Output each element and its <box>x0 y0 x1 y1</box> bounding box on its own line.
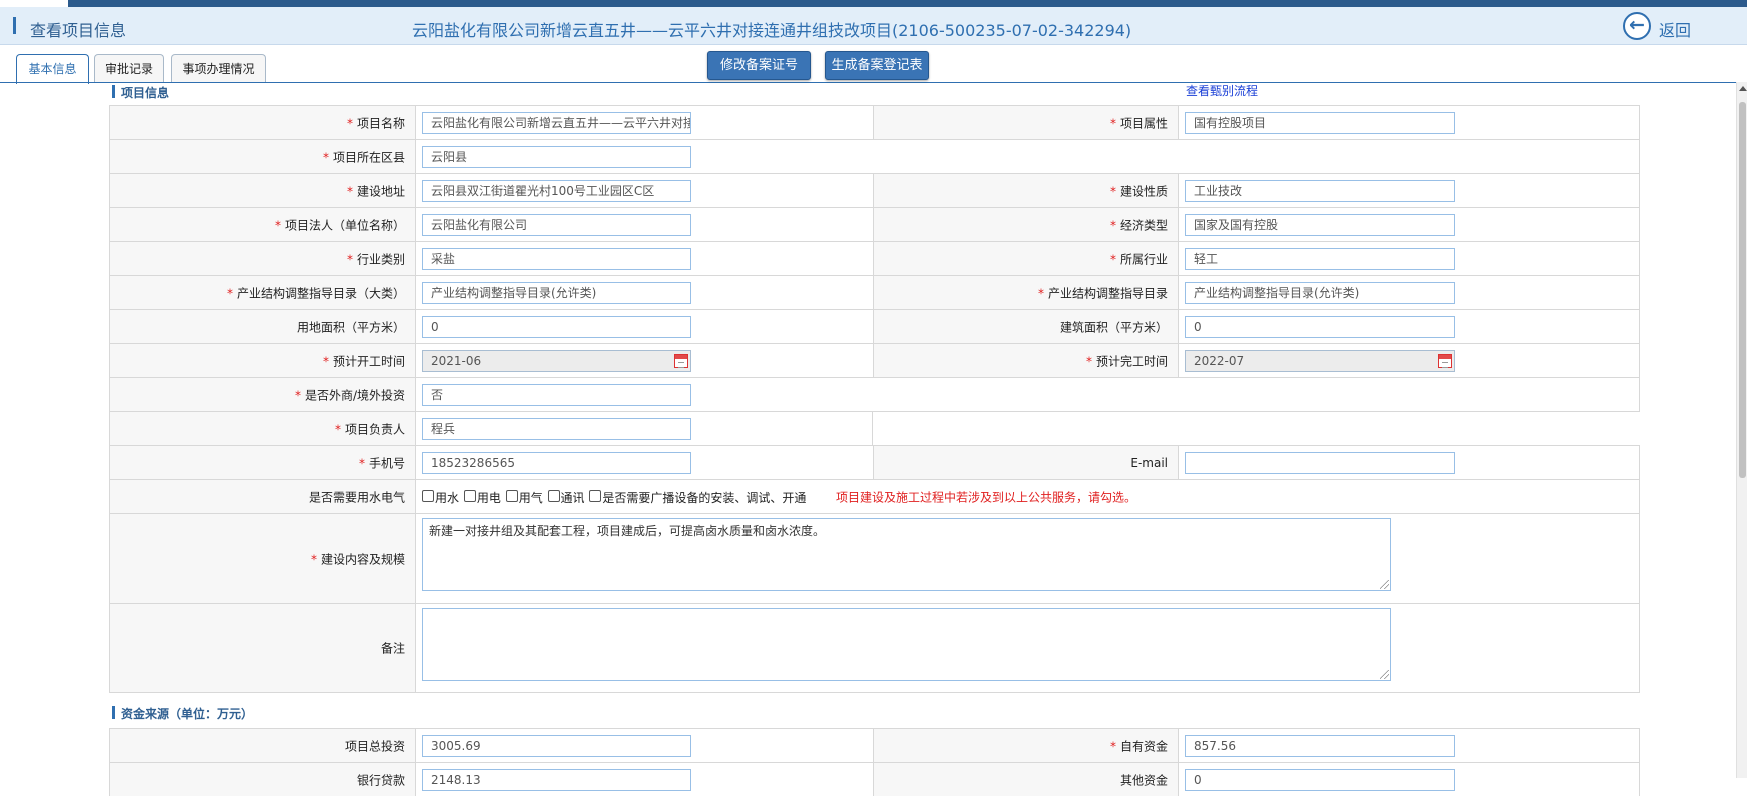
start-time-label: 预计开工时间 <box>332 354 405 368</box>
row-manager: * 项目负责人 程兵 <box>109 411 1640 445</box>
land-area-label: 用地面积（平方米） <box>296 320 405 334</box>
utilities-label: 是否需要用水电气 <box>308 490 405 504</box>
content-scale-textarea[interactable]: 新建一对接井组及其配套工程，项目建成后，可提高卤水质量和卤水浓度。 <box>422 518 1391 591</box>
other-funds-field[interactable]: 0 <box>1185 768 1455 791</box>
finish-time-label: 预计完工时间 <box>1095 354 1168 368</box>
project-title: 云阳盐化有限公司新增云直五井——云平六井对接连通井组技改项目(2106-5002… <box>412 21 1132 40</box>
build-nature-field[interactable]: 工业技改 <box>1185 179 1455 202</box>
build-nature-label: 建设性质 <box>1119 184 1168 198</box>
own-funds-field[interactable]: 857.56 <box>1185 734 1455 757</box>
legal-entity-label: 项目法人（单位名称） <box>284 218 405 232</box>
resize-grip-icon[interactable] <box>1380 670 1389 679</box>
row-project-name: *项目名称 云阳盐化有限公司新增云直五井——云平六井对接连通井组技改项目 *项目… <box>109 105 1640 139</box>
industry-field[interactable]: 轻工 <box>1185 247 1455 270</box>
mobile-field[interactable]: 18523286565 <box>422 451 691 474</box>
vertical-scrollbar[interactable] <box>1736 82 1747 778</box>
row-total-investment: 项目总投资 3005.69 * 自有资金 857.56 <box>109 728 1640 762</box>
email-label: E-mail <box>1130 455 1168 470</box>
utilities-options: 用水 用电 用气 通讯 是否需要广播设备的安装、调试、开通 <box>422 489 807 505</box>
row-district: * 项目所在区县 云阳县 <box>109 139 1640 173</box>
bank-loan-field[interactable]: 2148.13 <box>422 768 691 791</box>
water-checkbox[interactable] <box>422 490 434 502</box>
catalog-label: 产业结构调整指导目录 <box>1047 286 1168 300</box>
back-label: 返回 <box>1659 21 1692 40</box>
other-funds-label: 其他资金 <box>1119 773 1168 787</box>
view-screening-flow-link[interactable]: 查看甄别流程 <box>1186 82 1258 99</box>
mobile-label: 手机号 <box>368 456 405 470</box>
email-field[interactable] <box>1185 451 1455 474</box>
tab-approval-records[interactable]: 审批记录 <box>94 54 164 83</box>
building-area-field[interactable]: 0 <box>1185 315 1455 338</box>
catalog-major-field[interactable]: 产业结构调整指导目录(允许类) <box>422 281 691 304</box>
top-strip <box>68 0 1747 7</box>
tab-basic-info[interactable]: 基本信息 <box>16 54 89 84</box>
row-schedule: * 预计开工时间 2021-06 * 预计完工时间 2022-07 <box>109 343 1640 377</box>
remarks-label: 备注 <box>380 641 405 656</box>
project-name-label: 项目名称 <box>356 116 405 130</box>
economy-type-field[interactable]: 国家及国有控股 <box>1185 213 1455 236</box>
economy-type-label: 经济类型 <box>1119 218 1168 232</box>
industry-label: 所属行业 <box>1119 252 1168 266</box>
remarks-textarea[interactable] <box>422 608 1391 681</box>
modify-record-number-button[interactable]: 修改备案证号 <box>707 51 811 80</box>
total-investment-field[interactable]: 3005.69 <box>422 734 691 757</box>
title-marker <box>13 17 16 34</box>
row-remarks: 备注 <box>109 603 1640 693</box>
address-field[interactable]: 云阳县双江街道瞿光村100号工业园区C区 <box>422 179 691 202</box>
tab-matter-status[interactable]: 事项办理情况 <box>171 54 266 83</box>
row-catalog: * 产业结构调整指导目录（大类） 产业结构调整指导目录(允许类) * 产业结构调整指… <box>109 275 1640 309</box>
row-foreign-investment: * 是否外商/境外投资 否 <box>109 377 1640 411</box>
generate-record-form-button[interactable]: 生成备案登记表 <box>825 51 929 80</box>
calendar-icon[interactable] <box>674 353 688 368</box>
content-scale-label: 建设内容及规模 <box>320 552 405 566</box>
manager-label: 项目负责人 <box>344 422 405 436</box>
start-time-field[interactable]: 2021-06 <box>422 349 691 372</box>
bank-loan-label: 银行贷款 <box>356 773 405 787</box>
page-title: 查看项目信息 <box>30 21 127 40</box>
row-area: 用地面积（平方米） 0 建筑面积（平方米） 0 <box>109 309 1640 343</box>
legal-entity-field[interactable]: 云阳盐化有限公司 <box>422 213 691 236</box>
electricity-checkbox[interactable] <box>463 490 476 502</box>
finish-time-field[interactable]: 2022-07 <box>1185 349 1455 372</box>
foreign-investment-label: 是否外商/境外投资 <box>304 388 405 402</box>
foreign-investment-field[interactable]: 否 <box>422 383 691 406</box>
scroll-up-arrow-icon[interactable] <box>1739 86 1747 91</box>
industry-category-field[interactable]: 采盐 <box>422 247 691 270</box>
row-address: * 建设地址 云阳县双江街道瞿光村100号工业园区C区 * 建设性质 工业技改 <box>109 173 1640 207</box>
telecom-checkbox[interactable] <box>547 490 560 502</box>
utilities-notice: 项目建设及施工过程中若涉及到以上公共服务，请勾选。 <box>836 490 1137 504</box>
address-label: 建设地址 <box>356 184 405 198</box>
scroll-thumb[interactable] <box>1739 102 1746 478</box>
total-investment-label: 项目总投资 <box>344 739 405 753</box>
district-field[interactable]: 云阳县 <box>422 145 691 168</box>
row-industry: * 行业类别 采盐 * 所属行业 轻工 <box>109 241 1640 275</box>
row-utilities: 是否需要用水电气 用水 用电 用气 通讯 是否需要广播设备的安装、调试、开通 项… <box>109 479 1640 513</box>
district-label: 项目所在区县 <box>332 150 405 164</box>
project-name-field[interactable]: 云阳盐化有限公司新增云直五井——云平六井对接连通井组技改项目 <box>422 111 691 134</box>
land-area-field[interactable]: 0 <box>422 315 691 338</box>
manager-field[interactable]: 程兵 <box>422 417 691 440</box>
broadcast-checkbox[interactable] <box>589 490 602 502</box>
project-attribute-field[interactable]: 国有控股项目 <box>1185 111 1455 134</box>
calendar-icon[interactable] <box>1438 353 1452 368</box>
tab-underline <box>0 82 1747 83</box>
row-contact: * 手机号 18523286565 E-mail <box>109 445 1640 479</box>
building-area-label: 建筑面积（平方米） <box>1059 320 1168 334</box>
title-bar: 查看项目信息 云阳盐化有限公司新增云直五井——云平六井对接连通井组技改项目(21… <box>0 7 1747 45</box>
row-content-scale: * 建设内容及规模 新建一对接井组及其配套工程，项目建成后，可提高卤水质量和卤水浓… <box>109 513 1640 603</box>
own-funds-label: 自有资金 <box>1119 739 1168 753</box>
row-legal-entity: * 项目法人（单位名称） 云阳盐化有限公司 * 经济类型 国家及国有控股 <box>109 207 1640 241</box>
back-arrow-icon: ← <box>1623 12 1651 40</box>
resize-grip-icon[interactable] <box>1380 580 1389 589</box>
project-attribute-label: 项目属性 <box>1119 116 1168 130</box>
industry-category-label: 行业类别 <box>356 252 405 266</box>
row-bank-loan: 银行贷款 2148.13 其他资金 0 <box>109 762 1640 796</box>
gas-checkbox[interactable] <box>505 490 518 502</box>
catalog-major-label: 产业结构调整指导目录（大类） <box>236 286 405 300</box>
catalog-field[interactable]: 产业结构调整指导目录(允许类) <box>1185 281 1455 304</box>
